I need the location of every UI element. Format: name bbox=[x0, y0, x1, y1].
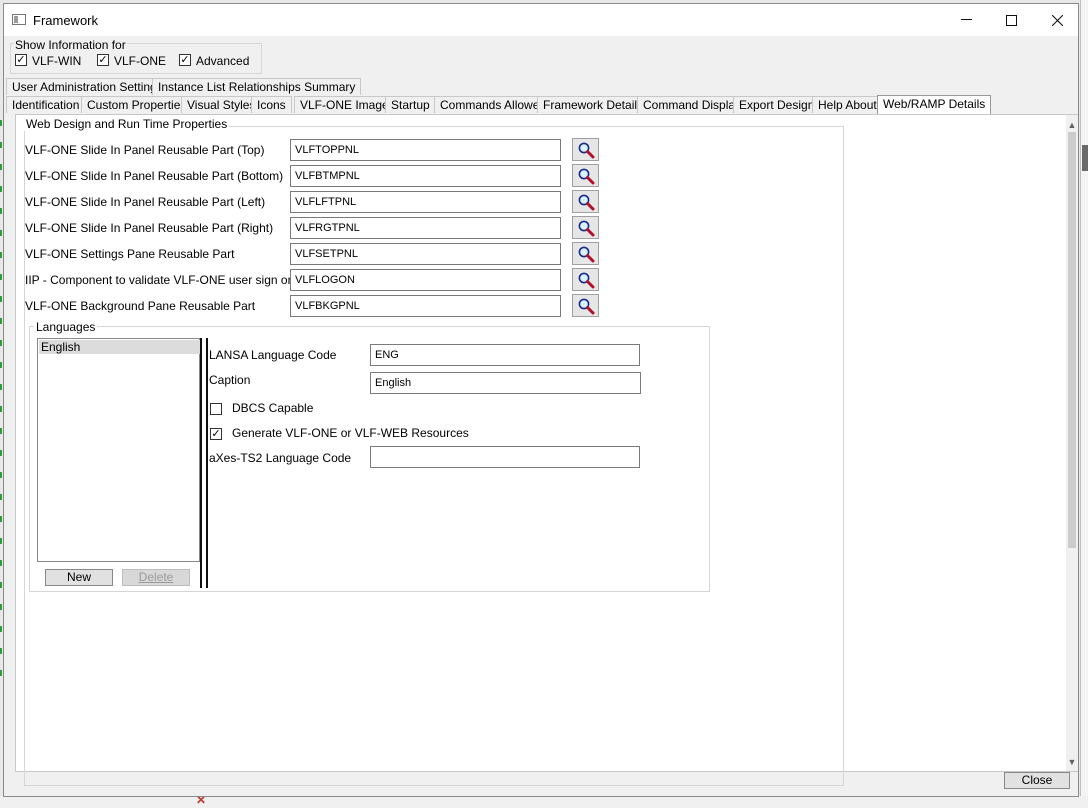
checkmark-icon: ✓ bbox=[180, 53, 190, 66]
delete-language-button[interactable]: Delete bbox=[122, 569, 190, 586]
scroll-thumb[interactable] bbox=[1068, 132, 1076, 548]
bottom-panel-field[interactable]: VLFBTMPNL bbox=[290, 165, 561, 187]
magnifier-icon bbox=[578, 220, 594, 236]
logon-component-lookup-button[interactable] bbox=[572, 268, 599, 291]
tab-web-ramp-details[interactable]: Web/RAMP Details bbox=[877, 95, 992, 115]
advanced-checkbox[interactable]: ✓ bbox=[179, 54, 191, 66]
background-pane-field[interactable]: VLFBKGPNL bbox=[290, 295, 561, 317]
maximize-icon bbox=[1005, 14, 1017, 26]
panel-splitter[interactable] bbox=[200, 338, 208, 588]
checkmark-icon: ✓ bbox=[16, 53, 26, 66]
right-panel-label: VLF-ONE Slide In Panel Reusable Part (Ri… bbox=[25, 221, 274, 235]
background-scroll-thumb bbox=[1082, 145, 1088, 171]
tab-command-display[interactable]: Command Display bbox=[637, 96, 748, 113]
settings-pane-field[interactable]: VLFSETPNL bbox=[290, 243, 561, 265]
axes-code-field[interactable] bbox=[370, 446, 640, 468]
settings-pane-lookup-button[interactable] bbox=[572, 242, 599, 265]
tab-framework-details[interactable]: Framework Details bbox=[537, 96, 650, 113]
vertical-scrollbar[interactable]: ▲ ▼ bbox=[1066, 115, 1078, 771]
lansa-code-label: LANSA Language Code bbox=[209, 348, 337, 362]
background-pane-label: VLF-ONE Background Pane Reusable Part bbox=[25, 299, 256, 313]
language-list[interactable]: English bbox=[37, 338, 200, 562]
background-window-bottom: ✕ bbox=[0, 793, 1088, 808]
new-language-button[interactable]: New bbox=[45, 569, 113, 586]
magnifier-icon bbox=[578, 194, 594, 210]
tab-visual-styles[interactable]: Visual Styles bbox=[181, 96, 262, 113]
checkmark-icon: ✓ bbox=[211, 427, 221, 440]
framework-window: Framework Show Information for ✓ VLF-WIN… bbox=[3, 3, 1079, 797]
magnifier-icon bbox=[578, 168, 594, 184]
tab-help-about[interactable]: Help About bbox=[812, 96, 883, 113]
generate-resources-label: Generate VLF-ONE or VLF-WEB Resources bbox=[232, 426, 469, 440]
tab-commands-allowed[interactable]: Commands Allowed bbox=[434, 96, 553, 113]
settings-pane-label: VLF-ONE Settings Pane Reusable Part bbox=[25, 247, 235, 261]
magnifier-icon bbox=[578, 142, 594, 158]
web-design-legend: Web Design and Run Time Properties bbox=[24, 117, 230, 131]
tab-icons[interactable]: Icons bbox=[251, 96, 292, 113]
lansa-code-field[interactable]: ENG bbox=[370, 344, 640, 366]
magnifier-icon bbox=[578, 246, 594, 262]
vlf-one-label: VLF-ONE bbox=[114, 54, 167, 68]
close-button[interactable]: Close bbox=[1004, 772, 1070, 789]
scroll-down-icon[interactable]: ▼ bbox=[1066, 755, 1078, 769]
left-panel-label: VLF-ONE Slide In Panel Reusable Part (Le… bbox=[25, 195, 266, 209]
left-panel-lookup-button[interactable] bbox=[572, 190, 599, 213]
background-window-edge bbox=[1080, 0, 1088, 808]
checkmark-icon: ✓ bbox=[98, 53, 108, 66]
dbcs-capable-label: DBCS Capable bbox=[232, 401, 314, 415]
right-panel-field[interactable]: VLFRGTPNL bbox=[290, 217, 561, 239]
tab-startup[interactable]: Startup bbox=[385, 96, 436, 113]
caption-field[interactable]: English bbox=[370, 372, 641, 394]
close-icon bbox=[1051, 14, 1063, 26]
magnifier-icon bbox=[578, 272, 594, 288]
vlf-one-checkbox[interactable]: ✓ bbox=[97, 54, 109, 66]
background-connector-lines bbox=[0, 120, 2, 680]
logon-component-field[interactable]: VLFLOGON bbox=[290, 269, 561, 291]
background-pane-lookup-button[interactable] bbox=[572, 294, 599, 317]
magnifier-icon bbox=[578, 298, 594, 314]
tab-export-design[interactable]: Export Design bbox=[733, 96, 821, 113]
generate-resources-checkbox[interactable]: ✓ bbox=[210, 428, 222, 440]
tab-instance-list-relationships-summary[interactable]: Instance List Relationships Summary bbox=[152, 78, 362, 95]
caption-label: Caption bbox=[209, 373, 251, 387]
left-panel-field[interactable]: VLFLFTPNL bbox=[290, 191, 561, 213]
scroll-up-icon[interactable]: ▲ bbox=[1066, 118, 1078, 132]
list-item[interactable]: English bbox=[39, 340, 200, 354]
window-title: Framework bbox=[33, 13, 99, 28]
tab-user-administration-settings[interactable]: User Administration Settings bbox=[6, 78, 169, 95]
bottom-panel-lookup-button[interactable] bbox=[572, 164, 599, 187]
vlf-win-checkbox[interactable]: ✓ bbox=[15, 54, 27, 66]
top-panel-label: VLF-ONE Slide In Panel Reusable Part (To… bbox=[25, 143, 265, 157]
maximize-button[interactable] bbox=[988, 4, 1034, 36]
top-panel-field[interactable]: VLFTOPPNL bbox=[290, 139, 561, 161]
tab-identification[interactable]: Identification bbox=[6, 96, 86, 113]
minimize-button[interactable] bbox=[943, 4, 989, 36]
dbcs-capable-checkbox[interactable] bbox=[210, 403, 222, 415]
tab-custom-properties[interactable]: Custom Properties bbox=[81, 96, 193, 113]
app-icon bbox=[12, 14, 26, 25]
close-window-button[interactable] bbox=[1034, 4, 1080, 36]
minimize-icon bbox=[960, 19, 972, 20]
vlf-win-label: VLF-WIN bbox=[32, 54, 82, 68]
tab-content-panel: Web Design and Run Time Properties VLF-O… bbox=[15, 114, 1078, 786]
title-bar: Framework bbox=[4, 4, 1078, 36]
languages-legend: Languages bbox=[34, 320, 98, 334]
show-info-label: Show Information for bbox=[14, 38, 127, 52]
axes-code-label: aXes-TS2 Language Code bbox=[209, 451, 352, 465]
logon-component-label: IIP - Component to validate VLF-ONE user… bbox=[25, 273, 295, 287]
right-panel-lookup-button[interactable] bbox=[572, 216, 599, 239]
advanced-label: Advanced bbox=[196, 54, 250, 68]
bottom-panel-label: VLF-ONE Slide In Panel Reusable Part (Bo… bbox=[25, 169, 284, 183]
top-panel-lookup-button[interactable] bbox=[572, 138, 599, 161]
